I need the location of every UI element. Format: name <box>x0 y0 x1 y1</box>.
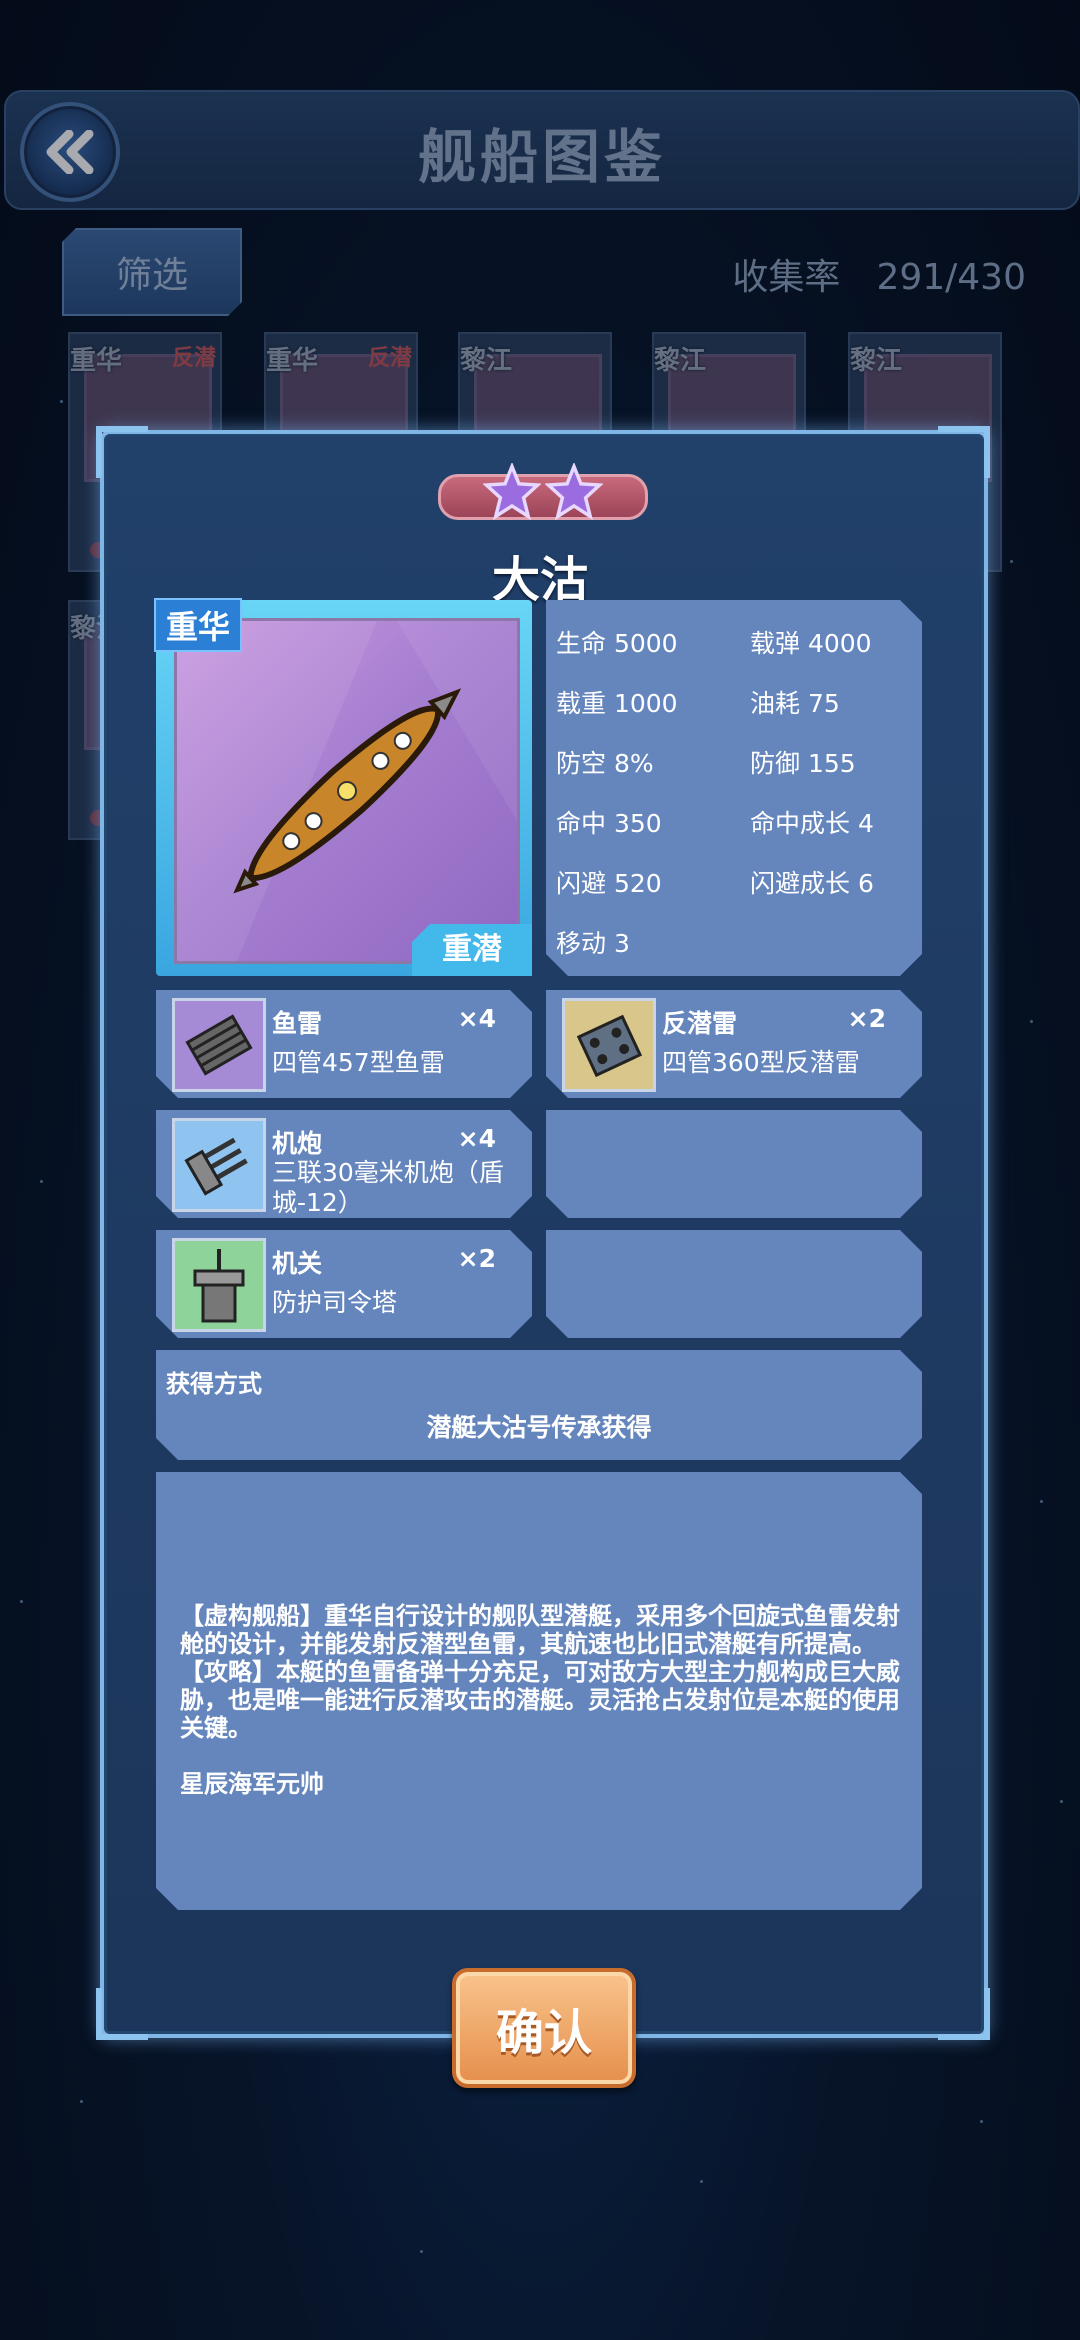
empty-equipment-slot[interactable] <box>546 1110 922 1218</box>
equipment-name: 四管457型鱼雷 <box>272 1048 445 1077</box>
ship-type-badge: 重潜 <box>412 924 532 976</box>
depth-charge-icon <box>562 998 656 1092</box>
obtain-text: 潜艇大沽号传承获得 <box>426 1413 652 1442</box>
stat-fuel: 油耗 75 <box>750 689 840 718</box>
equipment-category: 机炮 <box>272 1129 323 1158</box>
equipment-slot[interactable]: 反潜雷 ×2 四管360型反潜雷 <box>546 990 922 1098</box>
equipment-slot[interactable]: 机炮 ×4 三联30毫米机炮（盾城-12） <box>156 1110 532 1218</box>
ship-description: 【虚构舰船】重华自行设计的舰队型潜艇，采用多个回旋式鱼雷发射舱的设计，并能发射反… <box>180 1602 900 1798</box>
frame-corner <box>96 1988 148 2040</box>
equipment-count: ×2 <box>847 1004 886 1033</box>
star-rating <box>438 463 648 521</box>
equipment-slot[interactable]: 机关 ×2 防护司令塔 <box>156 1230 532 1338</box>
obtain-label: 获得方式 <box>166 1370 262 1398</box>
frame-corner <box>96 426 148 478</box>
stat-evasion: 闪避 520 <box>556 869 662 898</box>
frame-corner <box>938 426 990 478</box>
description-panel: 【虚构舰船】重华自行设计的舰队型潜艇，采用多个回旋式鱼雷发射舱的设计，并能发射反… <box>156 1472 922 1910</box>
empty-equipment-slot[interactable] <box>546 1230 922 1338</box>
equipment-name: 四管360型反潜雷 <box>662 1048 860 1077</box>
equipment-category: 机关 <box>272 1249 323 1278</box>
stats-panel: 生命 5000 载弹 4000 载重 1000 油耗 75 防空 8% 防御 1… <box>546 600 922 976</box>
stat-accuracy: 命中 350 <box>556 809 662 838</box>
star-icon <box>545 463 603 521</box>
torpedo-icon <box>172 998 266 1092</box>
ship-portrait: 重华 重潜 <box>154 598 532 976</box>
star-icon <box>483 463 541 521</box>
submarine-icon <box>177 621 517 961</box>
stat-movement: 移动 3 <box>556 929 630 958</box>
ship-artwork <box>174 618 520 964</box>
stat-accuracy-growth: 命中成长 4 <box>750 809 874 838</box>
obtain-method-panel: 获得方式 潜艇大沽号传承获得 <box>156 1350 922 1460</box>
ship-country-badge: 重华 <box>154 598 243 652</box>
equipment-name: 三联30毫米机炮（盾城-12） <box>272 1158 504 1217</box>
equipment-count: ×4 <box>457 1124 496 1153</box>
stat-hp: 生命 5000 <box>556 629 678 658</box>
stat-capacity: 载重 1000 <box>556 689 678 718</box>
stat-anti-air: 防空 8% <box>556 749 654 778</box>
frame-corner <box>938 1988 990 2040</box>
confirm-button[interactable]: 确认 <box>452 1968 636 2088</box>
equipment-count: ×4 <box>457 1004 496 1033</box>
equipment-slot[interactable]: 鱼雷 ×4 四管457型鱼雷 <box>156 990 532 1098</box>
conning-tower-icon <box>172 1238 266 1332</box>
stat-evasion-growth: 闪避成长 6 <box>750 869 874 898</box>
stat-ammo: 载弹 4000 <box>750 629 872 658</box>
autocannon-icon <box>172 1118 266 1212</box>
equipment-name: 防护司令塔 <box>272 1288 398 1317</box>
equipment-count: ×2 <box>457 1244 496 1273</box>
equipment-category: 反潜雷 <box>662 1009 738 1038</box>
equipment-category: 鱼雷 <box>272 1009 323 1038</box>
stat-defense: 防御 155 <box>750 749 856 778</box>
